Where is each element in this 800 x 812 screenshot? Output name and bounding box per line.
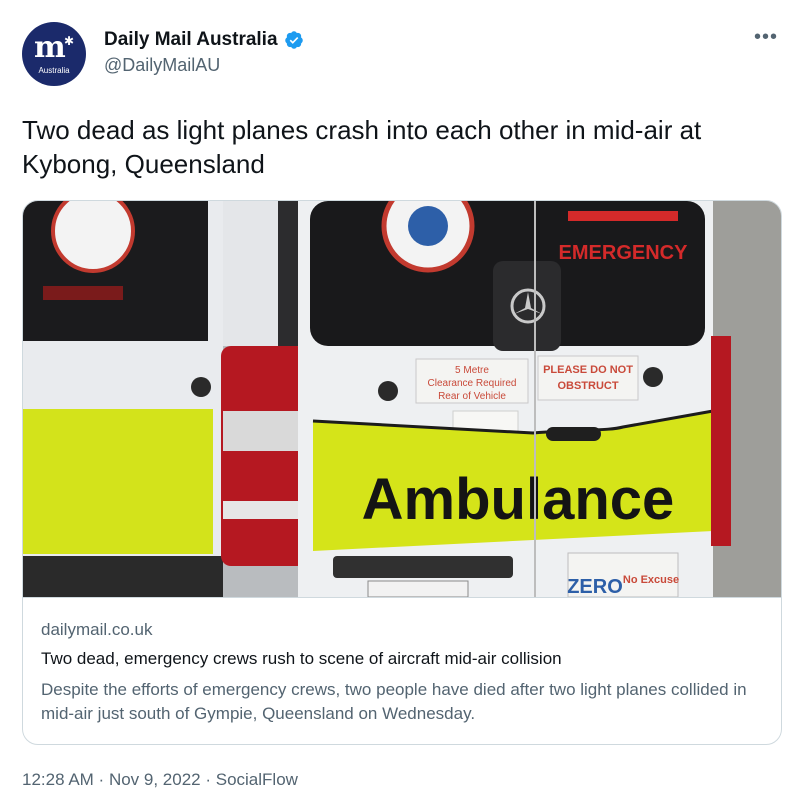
- handle[interactable]: @DailyMailAU: [104, 55, 220, 76]
- avatar-label: Australia: [38, 66, 70, 75]
- dailymail-logo: m: [34, 30, 66, 65]
- obstruct-line-1: PLEASE DO NOT: [543, 364, 633, 376]
- link-card[interactable]: EMERGENCY 5 Metre Clearance Required Rea…: [22, 200, 782, 745]
- card-description: Despite the efforts of emergency crews, …: [41, 680, 747, 723]
- obstruct-line-2: OBSTRUCT: [557, 380, 618, 392]
- tweet-text: Two dead as light planes crash into each…: [22, 115, 702, 179]
- tweet-timestamp: 12:28 AM · Nov 9, 2022 · SocialFlow: [22, 770, 298, 790]
- zero-label: ZERO: [567, 576, 623, 597]
- emergency-label: EMERGENCY: [559, 242, 689, 264]
- tweet: m ✱ Australia Daily Mail Australia @Dail…: [0, 0, 800, 812]
- clearance-line-1: 5 Metre: [455, 365, 489, 376]
- star-icon: ✱: [64, 34, 75, 48]
- tweet-source[interactable]: SocialFlow: [216, 770, 298, 789]
- ambulance-label: Ambulance: [362, 467, 675, 532]
- card-title: Two dead, emergency crews rush to scene …: [41, 649, 562, 668]
- tweet-time[interactable]: 12:28 AM: [22, 770, 94, 789]
- verified-badge-icon: [284, 31, 303, 49]
- more-options-icon[interactable]: •••: [754, 26, 778, 49]
- separator-dot: ·: [200, 770, 216, 789]
- card-meta[interactable]: dailymail.co.uk Two dead, emergency crew…: [23, 597, 781, 744]
- display-name[interactable]: Daily Mail Australia: [104, 29, 278, 51]
- separator-dot: ·: [93, 770, 109, 789]
- no-excuse-label: No Excuse: [623, 574, 679, 586]
- card-domain: dailymail.co.uk: [41, 620, 153, 639]
- clearance-line-3: Rear of Vehicle: [438, 391, 506, 402]
- author-name-row: Daily Mail Australia: [104, 29, 304, 51]
- card-image[interactable]: EMERGENCY 5 Metre Clearance Required Rea…: [23, 201, 782, 597]
- clearance-line-2: Clearance Required: [428, 378, 517, 389]
- avatar[interactable]: m ✱ Australia: [22, 22, 86, 86]
- tweet-date[interactable]: Nov 9, 2022: [109, 770, 201, 789]
